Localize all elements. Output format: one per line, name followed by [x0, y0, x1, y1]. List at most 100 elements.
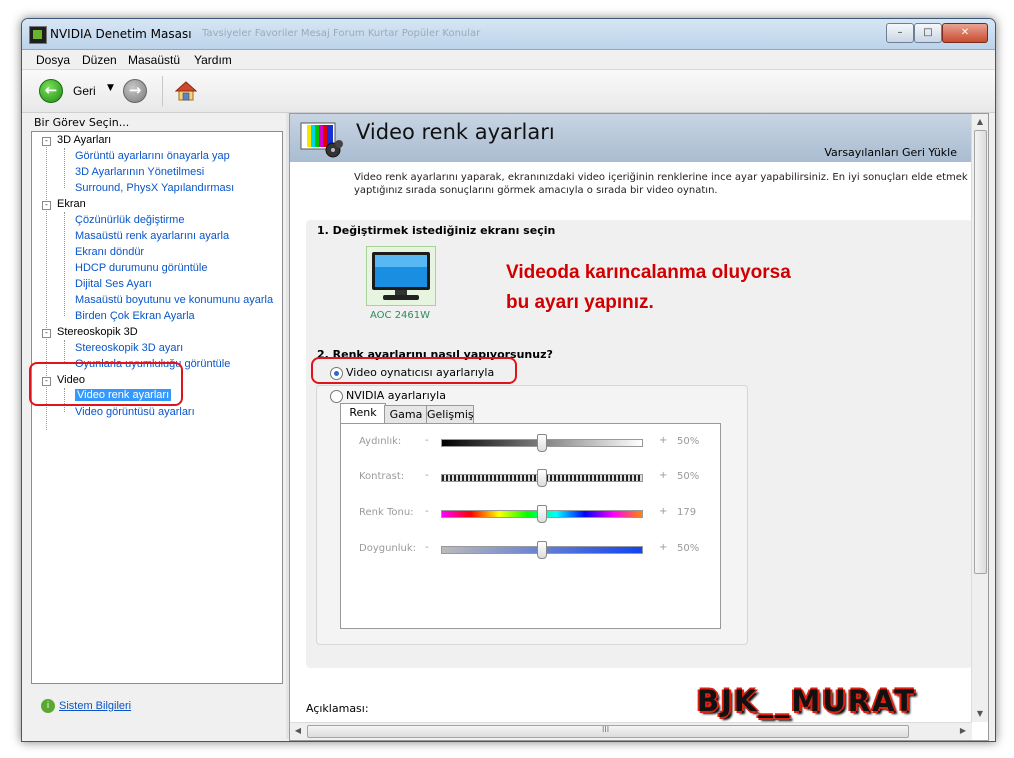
tree-item-multiple-displays[interactable]: Birden Çok Ekran Ayarla [75, 310, 195, 322]
scroll-left-arrow-icon[interactable]: ◀ [290, 723, 306, 739]
collapse-toggle-display[interactable]: - [42, 201, 51, 210]
system-info-link[interactable]: i Sistem Bilgileri [41, 699, 131, 713]
hue-track[interactable] [441, 505, 643, 523]
system-info-label[interactable]: Sistem Bilgileri [59, 700, 131, 712]
contrast-label: Kontrast: [359, 471, 405, 482]
tree-item-manage-3d[interactable]: 3D Ayarlarının Yönetilmesi [75, 166, 204, 178]
scroll-right-arrow-icon[interactable]: ▶ [955, 723, 971, 739]
tree-item-rotate-display[interactable]: Ekranı döndür [75, 246, 144, 258]
vertical-scroll-thumb[interactable] [974, 130, 987, 574]
monitor-icon [372, 252, 430, 300]
background-browser-tabs: Tavsiyeler Favoriler Mesaj Forum Kurtar … [202, 28, 481, 39]
tree-connector [64, 340, 65, 364]
brightness-label: Aydınlık: [359, 436, 402, 447]
tree-category-display[interactable]: Ekran [57, 198, 86, 210]
task-pane: Bir Görev Seçin... - 3D Ayarları Görüntü… [22, 113, 286, 739]
tree-category-stereo[interactable]: Stereoskopik 3D [57, 326, 138, 338]
saturation-value: 50% [677, 543, 700, 554]
tree-connector [64, 212, 65, 316]
restore-defaults-link[interactable]: Varsayılanları Geri Yükle [824, 146, 957, 159]
slider-row-contrast: Kontrast: - + 50% [341, 467, 720, 487]
brightness-track[interactable] [441, 434, 643, 452]
hue-thumb[interactable] [537, 505, 547, 523]
info-icon: i [41, 699, 55, 713]
video-color-settings-icon [300, 122, 343, 158]
content-pane: Video renk ayarları Varsayılanları Geri … [289, 113, 989, 741]
display-selector-aoc[interactable] [366, 246, 436, 306]
menu-bar: Dosya Düzen Masaüstü Yardım [22, 50, 995, 70]
title-bar[interactable]: NVIDIA Denetim Masası Tavsiyeler Favoril… [22, 19, 995, 50]
hue-plus: + [659, 506, 668, 517]
contrast-thumb[interactable] [537, 469, 547, 487]
back-button-label[interactable]: Geri [73, 84, 96, 98]
intro-text: Video renk ayarlarını yaparak, ekranınız… [354, 171, 974, 197]
saturation-plus: + [659, 542, 668, 553]
slider-row-brightness: Aydınlık: - + 50% [341, 432, 720, 452]
menu-dosya[interactable]: Dosya [36, 53, 70, 67]
display-name: AOC 2461W [370, 310, 431, 321]
annotation-line-2: bu ayarı yapınız. [506, 292, 654, 313]
tree-item-stereo-setup[interactable]: Stereoskopik 3D ayarı [75, 342, 183, 354]
collapse-toggle-stereo[interactable]: - [42, 329, 51, 338]
minimize-button[interactable]: – [886, 23, 914, 43]
horizontal-scroll-thumb[interactable]: III [307, 725, 909, 738]
scroll-down-arrow-icon[interactable]: ▼ [972, 706, 988, 722]
task-tree[interactable]: - 3D Ayarları Görüntü ayarlarını önayarl… [29, 131, 283, 684]
back-history-dropdown-icon[interactable]: ▼ [107, 83, 114, 93]
tree-item-hdcp-status[interactable]: HDCP durumunu görüntüle [75, 262, 207, 274]
hue-minus: - [425, 506, 429, 517]
contrast-plus: + [659, 470, 668, 481]
contrast-track[interactable] [441, 469, 643, 487]
saturation-track[interactable] [441, 541, 643, 559]
tree-item-preset-image[interactable]: Görüntü ayarlarını önayarla yap [75, 150, 230, 162]
scroll-up-arrow-icon[interactable]: ▲ [972, 114, 988, 130]
tab-gama[interactable]: Gama [384, 405, 428, 424]
menu-yardim[interactable]: Yardım [194, 53, 232, 67]
step1-heading: 1. Değiştirmek istediğiniz ekranı seçin [317, 224, 556, 237]
back-arrow-icon[interactable]: ← [39, 79, 63, 103]
window-title: NVIDIA Denetim Masası [50, 27, 192, 41]
tab-gelismis[interactable]: Gelişmiş [426, 405, 474, 424]
tree-item-digital-audio[interactable]: Dijital Ses Ayarı [75, 278, 152, 290]
collapse-toggle-3d[interactable]: - [42, 137, 51, 146]
saturation-thumb[interactable] [537, 541, 547, 559]
scroll-grip-icon: III [602, 725, 610, 734]
intro-line-1: Video renk ayarlarını yaparak, ekranınız… [354, 172, 974, 183]
page-title: Video renk ayarları [356, 120, 555, 144]
slider-row-hue: Renk Tonu: - + 179 [341, 503, 720, 523]
brightness-value: 50% [677, 436, 700, 447]
toolbar: ← Geri ▼ → [22, 70, 995, 113]
annotation-line-1: Videoda karıncalanma oluyorsa [506, 262, 791, 283]
page-banner: Video renk ayarları Varsayılanları Geri … [290, 114, 972, 162]
tree-connector [64, 148, 65, 188]
menu-duzen[interactable]: Düzen [82, 53, 117, 67]
task-pane-header: Bir Görev Seçin... [34, 116, 130, 129]
watermark: BJK__MURAT [697, 684, 917, 718]
intro-line-2: yaptığınız sırada sonuçlarını görmek ama… [354, 185, 718, 196]
tree-category-3d[interactable]: 3D Ayarları [57, 134, 111, 146]
horizontal-scrollbar[interactable]: ◀ III ▶ [290, 722, 972, 740]
brightness-minus: - [425, 435, 429, 446]
radio-nvidia[interactable] [330, 390, 343, 403]
tree-item-desktop-color[interactable]: Masaüstü renk ayarlarını ayarla [75, 230, 229, 242]
settings-panel: 1. Değiştirmek istediğiniz ekranı seçin … [306, 220, 972, 668]
brightness-plus: + [659, 435, 668, 446]
home-icon[interactable] [175, 80, 197, 102]
tab-renk[interactable]: Renk [340, 403, 386, 424]
radio-nvidia-label[interactable]: NVIDIA ayarlarıyla [346, 389, 446, 402]
close-button[interactable]: ✕ [942, 23, 988, 43]
contrast-value: 50% [677, 471, 700, 482]
tree-item-desktop-size[interactable]: Masaüstü boyutunu ve konumunu ayarla [75, 294, 273, 306]
tree-item-surround-physx[interactable]: Surround, PhysX Yapılandırması [75, 182, 234, 194]
tree-item-video-image[interactable]: Video görüntüsü ayarları [75, 406, 195, 418]
toolbar-separator [162, 76, 163, 106]
vertical-scrollbar[interactable]: ▲ ▼ [971, 114, 988, 722]
maximize-button[interactable]: □ [914, 23, 942, 43]
menu-masaustu[interactable]: Masaüstü [128, 53, 180, 67]
saturation-label: Doygunluk: [359, 543, 417, 554]
color-tab-body: Aydınlık: - + 50% Kontrast: - + 50% Renk… [340, 423, 721, 629]
forward-arrow-icon[interactable]: → [123, 79, 147, 103]
brightness-thumb[interactable] [537, 434, 547, 452]
tree-item-resolution[interactable]: Çözünürlük değiştirme [75, 214, 184, 226]
hue-value: 179 [677, 507, 697, 518]
